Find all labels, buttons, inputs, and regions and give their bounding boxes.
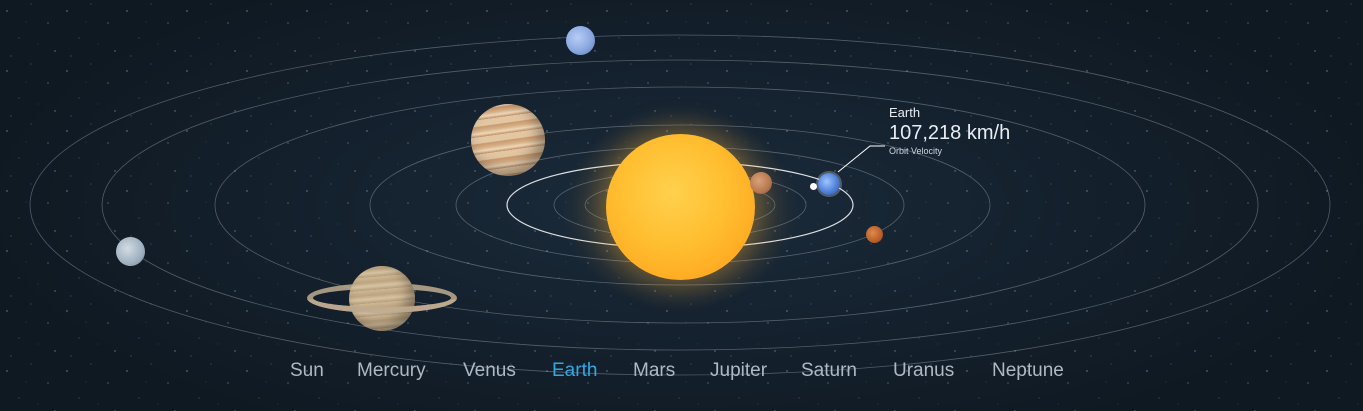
uranus-icon[interactable] <box>116 237 145 266</box>
earth-icon[interactable] <box>818 173 840 195</box>
nav-item-venus[interactable]: Venus <box>463 360 516 382</box>
nav-item-saturn[interactable]: Saturn <box>801 360 857 382</box>
nav-item-jupiter[interactable]: Jupiter <box>710 360 767 382</box>
jupiter-icon[interactable] <box>471 104 545 176</box>
saturn-icon[interactable] <box>349 266 415 331</box>
moon-icon <box>810 183 817 190</box>
callout-velocity-value: 107,218 km/h <box>889 122 1011 144</box>
sun-icon[interactable] <box>606 134 755 280</box>
earth-callout: Earth 107,218 km/h Orbit Velocity <box>889 105 1010 156</box>
callout-planet-name: Earth <box>889 105 921 120</box>
solar-system-scene: Earth 107,218 km/h Orbit Velocity Sun Me… <box>0 0 1363 411</box>
planet-nav: Sun Mercury Venus Earth Mars Jupiter Sat… <box>0 360 1363 388</box>
mars-icon[interactable] <box>866 226 883 243</box>
nav-item-uranus[interactable]: Uranus <box>893 360 954 382</box>
callout-velocity-caption: Orbit Velocity <box>889 146 943 156</box>
nav-item-mercury[interactable]: Mercury <box>357 360 426 382</box>
venus-icon[interactable] <box>566 26 595 55</box>
mercury-icon[interactable] <box>750 172 772 194</box>
nav-item-neptune[interactable]: Neptune <box>992 360 1064 382</box>
nav-item-earth[interactable]: Earth <box>552 360 597 382</box>
nav-item-sun[interactable]: Sun <box>290 360 324 382</box>
nav-item-mars[interactable]: Mars <box>633 360 675 382</box>
